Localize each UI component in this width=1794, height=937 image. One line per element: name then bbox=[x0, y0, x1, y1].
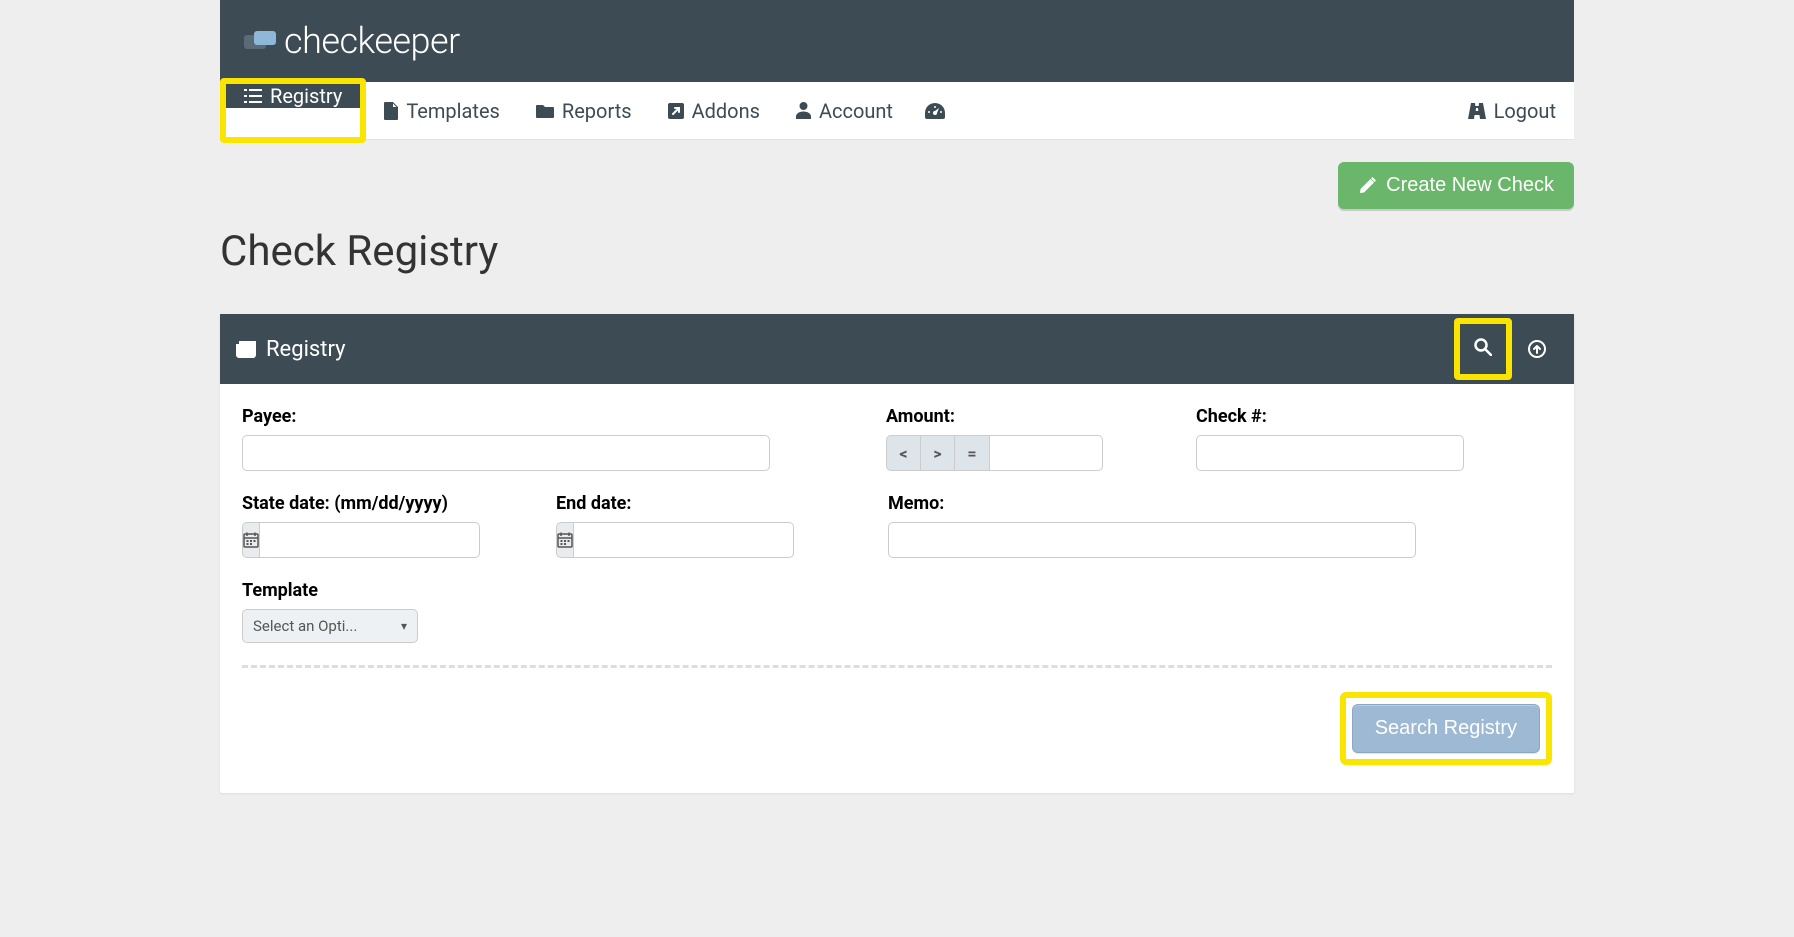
road-icon bbox=[1468, 103, 1486, 119]
amount-op-eq[interactable]: = bbox=[955, 436, 989, 470]
nav-highlight-registry: Registry bbox=[220, 78, 366, 143]
memo-label: Memo: bbox=[888, 493, 1416, 514]
nav-label: Logout bbox=[1494, 99, 1556, 123]
brand-logo[interactable]: checkeeper bbox=[244, 20, 460, 62]
nav-label: Addons bbox=[692, 99, 760, 123]
nav-item-reports[interactable]: Reports bbox=[518, 82, 650, 139]
panel-header-title: Registry bbox=[236, 337, 1456, 362]
form-row-2: State date: (mm/dd/yyyy) End date: bbox=[242, 493, 1552, 558]
template-group: Template Select an Opti... bbox=[242, 580, 418, 643]
start-date-label: State date: (mm/dd/yyyy) bbox=[242, 493, 458, 514]
check-number-input[interactable] bbox=[1196, 435, 1464, 471]
memo-group: Memo: bbox=[888, 493, 1416, 558]
amount-input-group: < > = bbox=[886, 435, 1106, 471]
start-date-input-group bbox=[242, 522, 458, 558]
search-button-highlight: Search Registry bbox=[1340, 692, 1552, 765]
main-content: Create New Check Check Registry Registry bbox=[220, 140, 1574, 833]
app-container: checkeeper Registry Templates Reports bbox=[220, 0, 1574, 833]
nav-item-registry[interactable]: Registry bbox=[226, 84, 360, 108]
list-icon bbox=[244, 88, 262, 104]
form-row-3: Template Select an Opti... bbox=[242, 580, 1552, 643]
check-number-group: Check #: bbox=[1196, 406, 1464, 471]
amount-group: Amount: < > = bbox=[886, 406, 1106, 471]
button-label: Create New Check bbox=[1386, 174, 1554, 197]
button-label: Search Registry bbox=[1375, 717, 1517, 739]
end-date-label: End date: bbox=[556, 493, 772, 514]
app-header: checkeeper bbox=[220, 0, 1574, 82]
panel-body: Payee: Amount: < > = bbox=[220, 384, 1574, 793]
nav-label: Registry bbox=[270, 84, 342, 108]
end-date-group: End date: bbox=[556, 493, 772, 558]
template-selected: Select an Opti... bbox=[253, 617, 357, 635]
nav-item-addons[interactable]: Addons bbox=[650, 82, 778, 139]
amount-ops: < > = bbox=[886, 435, 989, 471]
amount-op-lt[interactable]: < bbox=[887, 436, 921, 470]
logo-icon bbox=[244, 29, 278, 53]
memo-input[interactable] bbox=[888, 522, 1416, 558]
nav-item-account[interactable]: Account bbox=[778, 82, 911, 139]
payee-label: Payee: bbox=[242, 406, 770, 427]
calendar-icon bbox=[556, 522, 573, 558]
newspaper-icon bbox=[236, 341, 256, 358]
payee-group: Payee: bbox=[242, 406, 770, 471]
amount-label: Amount: bbox=[886, 406, 1106, 427]
page-title: Check Registry bbox=[220, 227, 1574, 276]
folder-icon bbox=[536, 103, 554, 118]
nav-spacer bbox=[959, 82, 1450, 139]
brand-name: checkeeper bbox=[284, 20, 460, 62]
nav-item-logout[interactable]: Logout bbox=[1450, 82, 1574, 139]
calendar-icon bbox=[242, 522, 259, 558]
check-number-label: Check #: bbox=[1196, 406, 1464, 427]
upload-icon bbox=[1528, 340, 1546, 358]
nav-label: Reports bbox=[562, 99, 632, 123]
gauge-icon bbox=[925, 103, 945, 119]
user-icon bbox=[796, 102, 811, 119]
panel-header-actions bbox=[1456, 328, 1558, 370]
nav-label: Account bbox=[819, 99, 893, 123]
nav-item-dashboard[interactable] bbox=[911, 82, 959, 139]
panel-upload-button[interactable] bbox=[1516, 328, 1558, 370]
template-select[interactable]: Select an Opti... bbox=[242, 609, 418, 643]
start-date-input[interactable] bbox=[259, 522, 480, 558]
panel-title-text: Registry bbox=[266, 337, 346, 362]
amount-op-gt[interactable]: > bbox=[921, 436, 955, 470]
panel-footer: Search Registry bbox=[242, 692, 1552, 783]
panel-search-button[interactable] bbox=[1462, 326, 1504, 368]
search-registry-button[interactable]: Search Registry bbox=[1352, 704, 1540, 753]
end-date-input-group bbox=[556, 522, 772, 558]
create-new-check-button[interactable]: Create New Check bbox=[1338, 162, 1574, 209]
file-icon bbox=[384, 102, 398, 120]
template-label: Template bbox=[242, 580, 418, 601]
end-date-input[interactable] bbox=[573, 522, 794, 558]
nav-label: Templates bbox=[406, 99, 500, 123]
external-link-icon bbox=[668, 103, 684, 119]
pencil-icon bbox=[1358, 177, 1376, 195]
payee-input[interactable] bbox=[242, 435, 770, 471]
registry-panel: Registry bbox=[220, 314, 1574, 793]
panel-header: Registry bbox=[220, 314, 1574, 384]
divider bbox=[242, 665, 1552, 668]
search-icon bbox=[1474, 338, 1492, 356]
search-highlight bbox=[1454, 318, 1512, 380]
nav-item-templates[interactable]: Templates bbox=[366, 82, 518, 139]
form-row-1: Payee: Amount: < > = bbox=[242, 406, 1552, 471]
amount-input[interactable] bbox=[989, 435, 1103, 471]
start-date-group: State date: (mm/dd/yyyy) bbox=[242, 493, 458, 558]
main-nav: Registry Templates Reports Addons Acc bbox=[220, 82, 1574, 140]
top-action-row: Create New Check bbox=[220, 162, 1574, 209]
